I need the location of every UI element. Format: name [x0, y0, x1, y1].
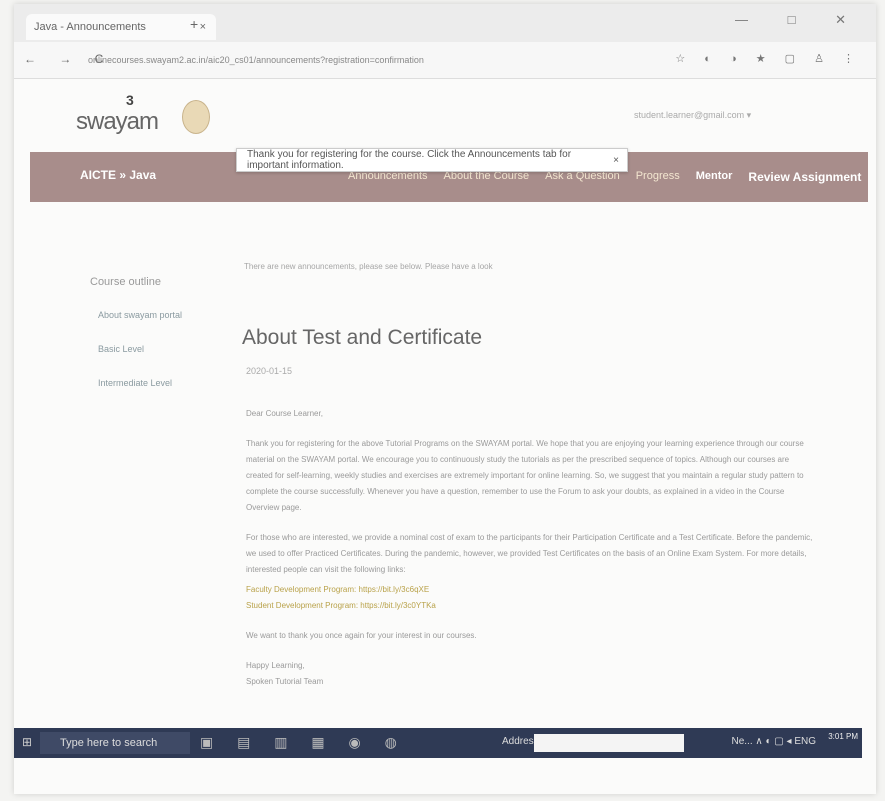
nav-link-progress[interactable]: Progress — [636, 170, 680, 184]
faculty-link[interactable]: Faculty Development Program: https://bit… — [246, 582, 816, 598]
signoff-2: Spoken Tutorial Team — [246, 677, 324, 686]
taskbar-app-icons[interactable]: ▣ ▤ ▥ ▦ ◉ ◍ — [200, 734, 407, 751]
system-tray[interactable]: Ne... ∧ ◐ ▢ ◂ ENG — [731, 736, 816, 747]
nav-link-mentor[interactable]: Mentor — [696, 170, 733, 184]
close-icon[interactable]: × — [613, 155, 619, 166]
logo-text: swayam — [76, 108, 159, 135]
signoff-1: Happy Learning, — [246, 661, 305, 670]
new-tab-button[interactable]: + — [190, 16, 198, 32]
address-bar[interactable]: onlinecourses.swayam2.ac.in/aic20_cs01/a… — [88, 50, 488, 70]
greeting: Dear Course Learner, — [246, 409, 323, 418]
taskbar-search[interactable]: Type here to search — [40, 732, 190, 754]
page-title: About Test and Certificate — [242, 326, 483, 349]
browser-toolbar: ← → C onlinecourses.swayam2.ac.in/aic20_… — [14, 42, 876, 79]
announcement-notice: There are new announcements, please see … — [244, 262, 493, 271]
paragraph-1: Thank you for registering for the above … — [246, 439, 804, 512]
toast-message: Thank you for registering for the course… — [247, 149, 572, 171]
sidebar-item-intermediate[interactable]: Intermediate Level — [98, 378, 172, 388]
nav-link-review[interactable]: Review Assignment — [748, 170, 861, 184]
windows-taskbar: ⊞ Type here to search ▣ ▤ ▥ ▦ ◉ ◍ Addres… — [14, 728, 862, 758]
sidebar-heading: Course outline — [90, 276, 161, 288]
course-nav-links: Announcements About the Course Ask a Que… — [348, 170, 861, 184]
clock[interactable]: 3:01 PM — [828, 732, 858, 741]
student-link[interactable]: Student Development Program: https://bit… — [246, 598, 816, 614]
registration-toast: Thank you for registering for the course… — [236, 148, 628, 172]
nav-link-about[interactable]: About the Course — [444, 170, 530, 184]
logo-number: 3 — [126, 92, 134, 108]
sidebar-item-about[interactable]: About swayam portal — [98, 310, 182, 320]
swayam-logo[interactable]: 3 swayam — [72, 92, 162, 138]
emblem-icon — [182, 100, 210, 134]
breadcrumb[interactable]: AICTE » Java — [80, 168, 156, 182]
window-controls[interactable]: — □ ✕ — [735, 12, 864, 28]
screenshot-photo: Java - Announcements × + — □ ✕ ← → C onl… — [14, 4, 876, 794]
extension-icons[interactable]: ☆ ◐ ◑ ★ ▢ ♙ ⋮ — [675, 52, 862, 65]
close-tab-icon[interactable]: × — [200, 21, 206, 33]
tab-title: Java - Announcements — [34, 21, 146, 33]
announcement-body: Dear Course Learner, Thank you for regis… — [246, 406, 816, 690]
user-menu[interactable]: student.learner@gmail.com ▾ — [634, 110, 751, 121]
paragraph-2: For those who are interested, we provide… — [246, 533, 813, 574]
address-toolbar-input[interactable] — [534, 734, 684, 752]
nav-link-announcements[interactable]: Announcements — [348, 170, 428, 184]
browser-tab-strip: Java - Announcements × + — □ ✕ — [14, 4, 876, 42]
browser-tab[interactable]: Java - Announcements × — [26, 14, 216, 40]
sidebar-item-basic[interactable]: Basic Level — [98, 344, 144, 354]
nav-link-ask[interactable]: Ask a Question — [545, 170, 620, 184]
windows-start-icon[interactable]: ⊞ — [22, 735, 36, 749]
announcement-date: 2020-01-15 — [246, 366, 293, 376]
thanks-text: We want to thank you once again for your… — [246, 631, 477, 640]
